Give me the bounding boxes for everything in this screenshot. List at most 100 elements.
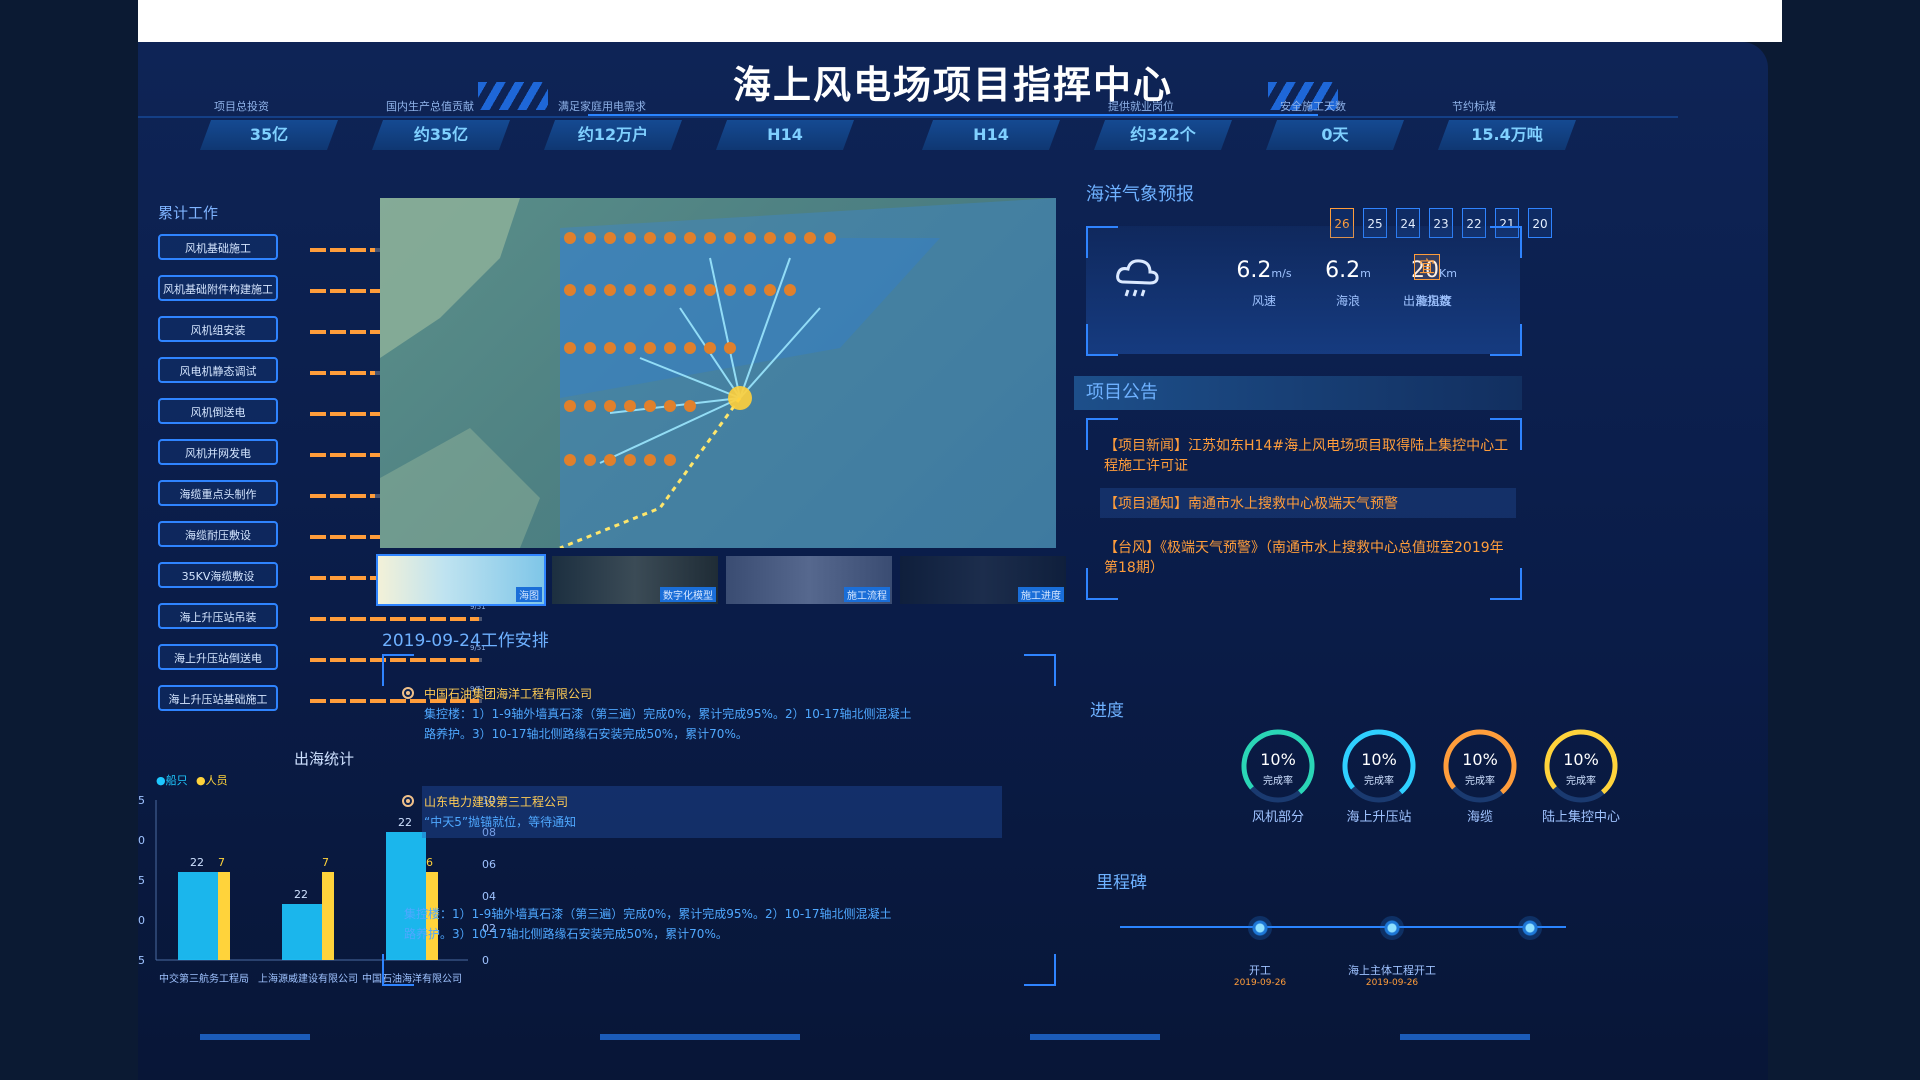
- map-thumbnail[interactable]: 施工进度: [900, 556, 1066, 604]
- turbine-marker[interactable]: [564, 342, 576, 354]
- turbine-marker[interactable]: [664, 342, 676, 354]
- turbine-marker[interactable]: [704, 284, 716, 296]
- turbine-marker[interactable]: [744, 232, 756, 244]
- turbine-marker[interactable]: [664, 400, 676, 412]
- plan-line: 路养护。3）10-17轴北侧路缘石安装完成50%，累计70%。: [424, 727, 748, 741]
- turbine-marker[interactable]: [604, 454, 616, 466]
- work-item-button[interactable]: 风机组安装: [158, 316, 278, 342]
- progress-ring[interactable]: 10% 完成率: [1541, 726, 1621, 806]
- notice-item[interactable]: 【项目新闻】江苏如东H14#海上风电场项目取得陆上集控中心工程施工许可证: [1104, 436, 1516, 476]
- kpi-label: 满足家庭用电需求: [558, 100, 646, 113]
- kpi-value: 35亿: [200, 120, 338, 150]
- kpi-value: H14: [922, 120, 1060, 150]
- turbine-marker[interactable]: [684, 232, 696, 244]
- notice-item[interactable]: 【台风】《极端天气预警》（南通市水上搜救中心总值班室2019年第18期）: [1104, 538, 1516, 578]
- rain-cloud-icon: [1116, 259, 1159, 297]
- turbine-marker[interactable]: [624, 400, 636, 412]
- progress-ring[interactable]: 10% 完成率: [1238, 726, 1318, 806]
- work-item-button[interactable]: 风机基础附件构建施工: [158, 275, 278, 301]
- turbine-marker[interactable]: [744, 284, 756, 296]
- work-item-button[interactable]: 海上升压站吊装: [158, 603, 278, 629]
- bar-label-people: 7: [218, 856, 225, 869]
- work-item-button[interactable]: 海上升压站倒送电: [158, 644, 278, 670]
- turbine-marker[interactable]: [664, 232, 676, 244]
- wind-farm-map[interactable]: [380, 198, 1056, 548]
- weather-day-tab[interactable]: 20: [1528, 208, 1552, 238]
- turbine-marker[interactable]: [664, 284, 676, 296]
- turbine-marker[interactable]: [704, 232, 716, 244]
- progress-ring[interactable]: 10% 完成率: [1339, 726, 1419, 806]
- weather-unit: m: [1360, 267, 1371, 280]
- turbine-marker[interactable]: [784, 232, 796, 244]
- notice-item[interactable]: 【项目通知】南通市水上搜救中心极端天气预警: [1104, 494, 1516, 514]
- plan-item[interactable]: 山东电力建设第三工程公司 “中天5”抛锚就位，等待通知: [402, 792, 576, 832]
- turbine-marker[interactable]: [604, 400, 616, 412]
- work-item-button[interactable]: 风机倒送电: [158, 398, 278, 424]
- work-item-button[interactable]: 风机基础施工: [158, 234, 278, 260]
- turbine-marker[interactable]: [604, 232, 616, 244]
- work-item-button[interactable]: 海上升压站基础施工: [158, 685, 278, 711]
- bottom-deco: [600, 1034, 800, 1040]
- turbine-marker[interactable]: [564, 232, 576, 244]
- work-item-button[interactable]: 35KV海缆敷设: [158, 562, 278, 588]
- turbine-marker[interactable]: [664, 454, 676, 466]
- milestone-node[interactable]: [1518, 916, 1542, 940]
- bar-label-ships: 22: [294, 888, 308, 901]
- turbine-marker[interactable]: [824, 232, 836, 244]
- turbine-marker[interactable]: [604, 284, 616, 296]
- turbine-marker[interactable]: [584, 342, 596, 354]
- work-item-button[interactable]: 海缆耐压敷设: [158, 521, 278, 547]
- turbine-marker[interactable]: [564, 400, 576, 412]
- turbine-marker[interactable]: [684, 284, 696, 296]
- bottom-deco: [1030, 1034, 1160, 1040]
- bar-ships[interactable]: [178, 872, 218, 960]
- turbine-marker[interactable]: [724, 342, 736, 354]
- turbine-marker[interactable]: [624, 232, 636, 244]
- plan-corner-tl: [382, 654, 414, 686]
- milestone-node[interactable]: [1248, 916, 1272, 940]
- work-progress-fill: [310, 494, 375, 498]
- plan-item[interactable]: 中国石油集团海洋工程有限公司 集控楼：1）1-9轴外墙真石漆（第三遍）完成0%，…: [402, 684, 911, 744]
- turbine-marker[interactable]: [644, 342, 656, 354]
- milestone-node[interactable]: [1380, 916, 1404, 940]
- radio-icon[interactable]: [402, 687, 414, 699]
- turbine-marker[interactable]: [684, 400, 696, 412]
- ring-label: 风机部分: [1251, 810, 1304, 825]
- work-item-button[interactable]: 海缆重点头制作: [158, 480, 278, 506]
- bar-people[interactable]: [218, 872, 230, 960]
- turbine-marker[interactable]: [764, 284, 776, 296]
- bar-ships[interactable]: [282, 904, 322, 960]
- turbine-marker[interactable]: [784, 284, 796, 296]
- work-item-button[interactable]: 风机并网发电: [158, 439, 278, 465]
- turbine-marker[interactable]: [644, 284, 656, 296]
- turbine-marker[interactable]: [584, 454, 596, 466]
- turbine-marker[interactable]: [564, 454, 576, 466]
- turbine-marker[interactable]: [624, 454, 636, 466]
- turbine-marker[interactable]: [684, 342, 696, 354]
- progress-ring[interactable]: 10% 完成率: [1440, 726, 1520, 806]
- turbine-marker[interactable]: [724, 284, 736, 296]
- turbine-marker[interactable]: [624, 342, 636, 354]
- work-item-button[interactable]: 风电机静态调试: [158, 357, 278, 383]
- turbine-marker[interactable]: [644, 400, 656, 412]
- turbine-marker[interactable]: [584, 284, 596, 296]
- turbine-marker[interactable]: [704, 342, 716, 354]
- kpi-label: 项目总投资: [214, 100, 269, 113]
- ring-sub: 完成率: [1364, 776, 1394, 787]
- radio-icon[interactable]: [402, 795, 414, 807]
- map-thumbnail[interactable]: 海图: [376, 554, 546, 606]
- turbine-marker[interactable]: [584, 400, 596, 412]
- turbine-marker[interactable]: [644, 232, 656, 244]
- turbine-marker[interactable]: [624, 284, 636, 296]
- turbine-marker[interactable]: [804, 232, 816, 244]
- turbine-marker[interactable]: [764, 232, 776, 244]
- turbine-marker[interactable]: [644, 454, 656, 466]
- map-thumbnail[interactable]: 数字化模型: [552, 556, 718, 604]
- turbine-marker[interactable]: [724, 232, 736, 244]
- turbine-marker[interactable]: [584, 232, 596, 244]
- weather-unit: Km: [1439, 267, 1457, 280]
- turbine-marker[interactable]: [564, 284, 576, 296]
- bar-people[interactable]: [322, 872, 334, 960]
- turbine-marker[interactable]: [604, 342, 616, 354]
- map-thumbnail[interactable]: 施工流程: [726, 556, 892, 604]
